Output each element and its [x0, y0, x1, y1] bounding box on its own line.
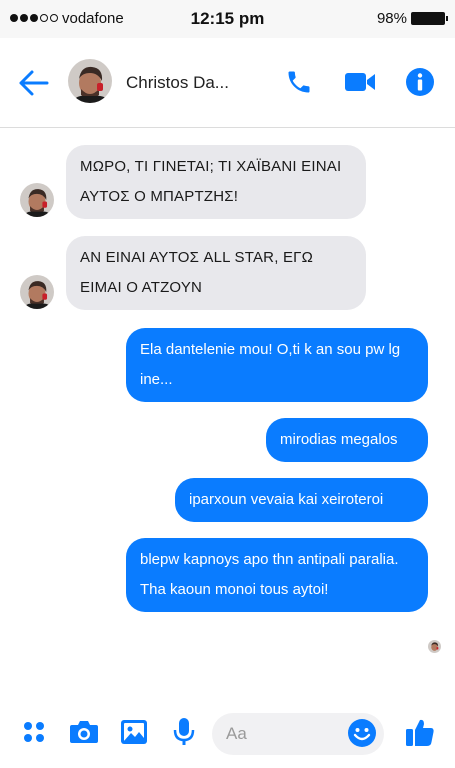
- composer-bar: [0, 700, 455, 768]
- battery-icon: [411, 12, 448, 25]
- outgoing-message-bubble[interactable]: blepw kapnoys apo thn antipali paralia. …: [126, 538, 428, 612]
- incoming-message-bubble[interactable]: ΑΝ ΕΙΝΑΙ ΑΥΤΟΣ ALL STAR, ΕΓΩ ΕΙΜΑΙ Ο ΑΤΖ…: [66, 236, 366, 310]
- apps-icon[interactable]: [18, 716, 50, 748]
- battery-percentage: 98%: [376, 10, 407, 27]
- microphone-icon[interactable]: [168, 716, 200, 748]
- video-camera-icon[interactable]: [344, 66, 376, 98]
- contact-name[interactable]: Christos Da...: [126, 73, 229, 93]
- outgoing-message-bubble[interactable]: mirodias megalos: [266, 418, 428, 462]
- info-icon[interactable]: [404, 66, 436, 98]
- seen-avatar: [428, 640, 441, 653]
- sender-avatar[interactable]: [20, 275, 54, 309]
- status-bar: vodafone 12:15 pm 98%: [0, 0, 455, 38]
- conversation-header: Christos Da...: [0, 38, 455, 128]
- outgoing-message-bubble[interactable]: Ela dantelenie mou! O,ti k an sou pw lg …: [126, 328, 428, 402]
- thumbs-up-icon[interactable]: [404, 716, 436, 748]
- outgoing-message-bubble[interactable]: iparxoun vevaia kai xeiroteroi: [175, 478, 428, 522]
- back-arrow-icon[interactable]: [18, 68, 50, 98]
- image-icon[interactable]: [118, 716, 150, 748]
- emoji-icon[interactable]: [347, 718, 377, 748]
- sender-avatar[interactable]: [20, 183, 54, 217]
- camera-icon[interactable]: [68, 716, 100, 748]
- incoming-message-bubble[interactable]: ΜΩΡΟ, ΤΙ ΓΙΝΕΤΑΙ; ΤΙ ΧΑΪΒΑΝΙ ΕΙΝΑΙ ΑΥΤΟΣ…: [66, 145, 366, 219]
- contact-avatar[interactable]: [68, 59, 112, 103]
- phone-icon[interactable]: [283, 66, 315, 98]
